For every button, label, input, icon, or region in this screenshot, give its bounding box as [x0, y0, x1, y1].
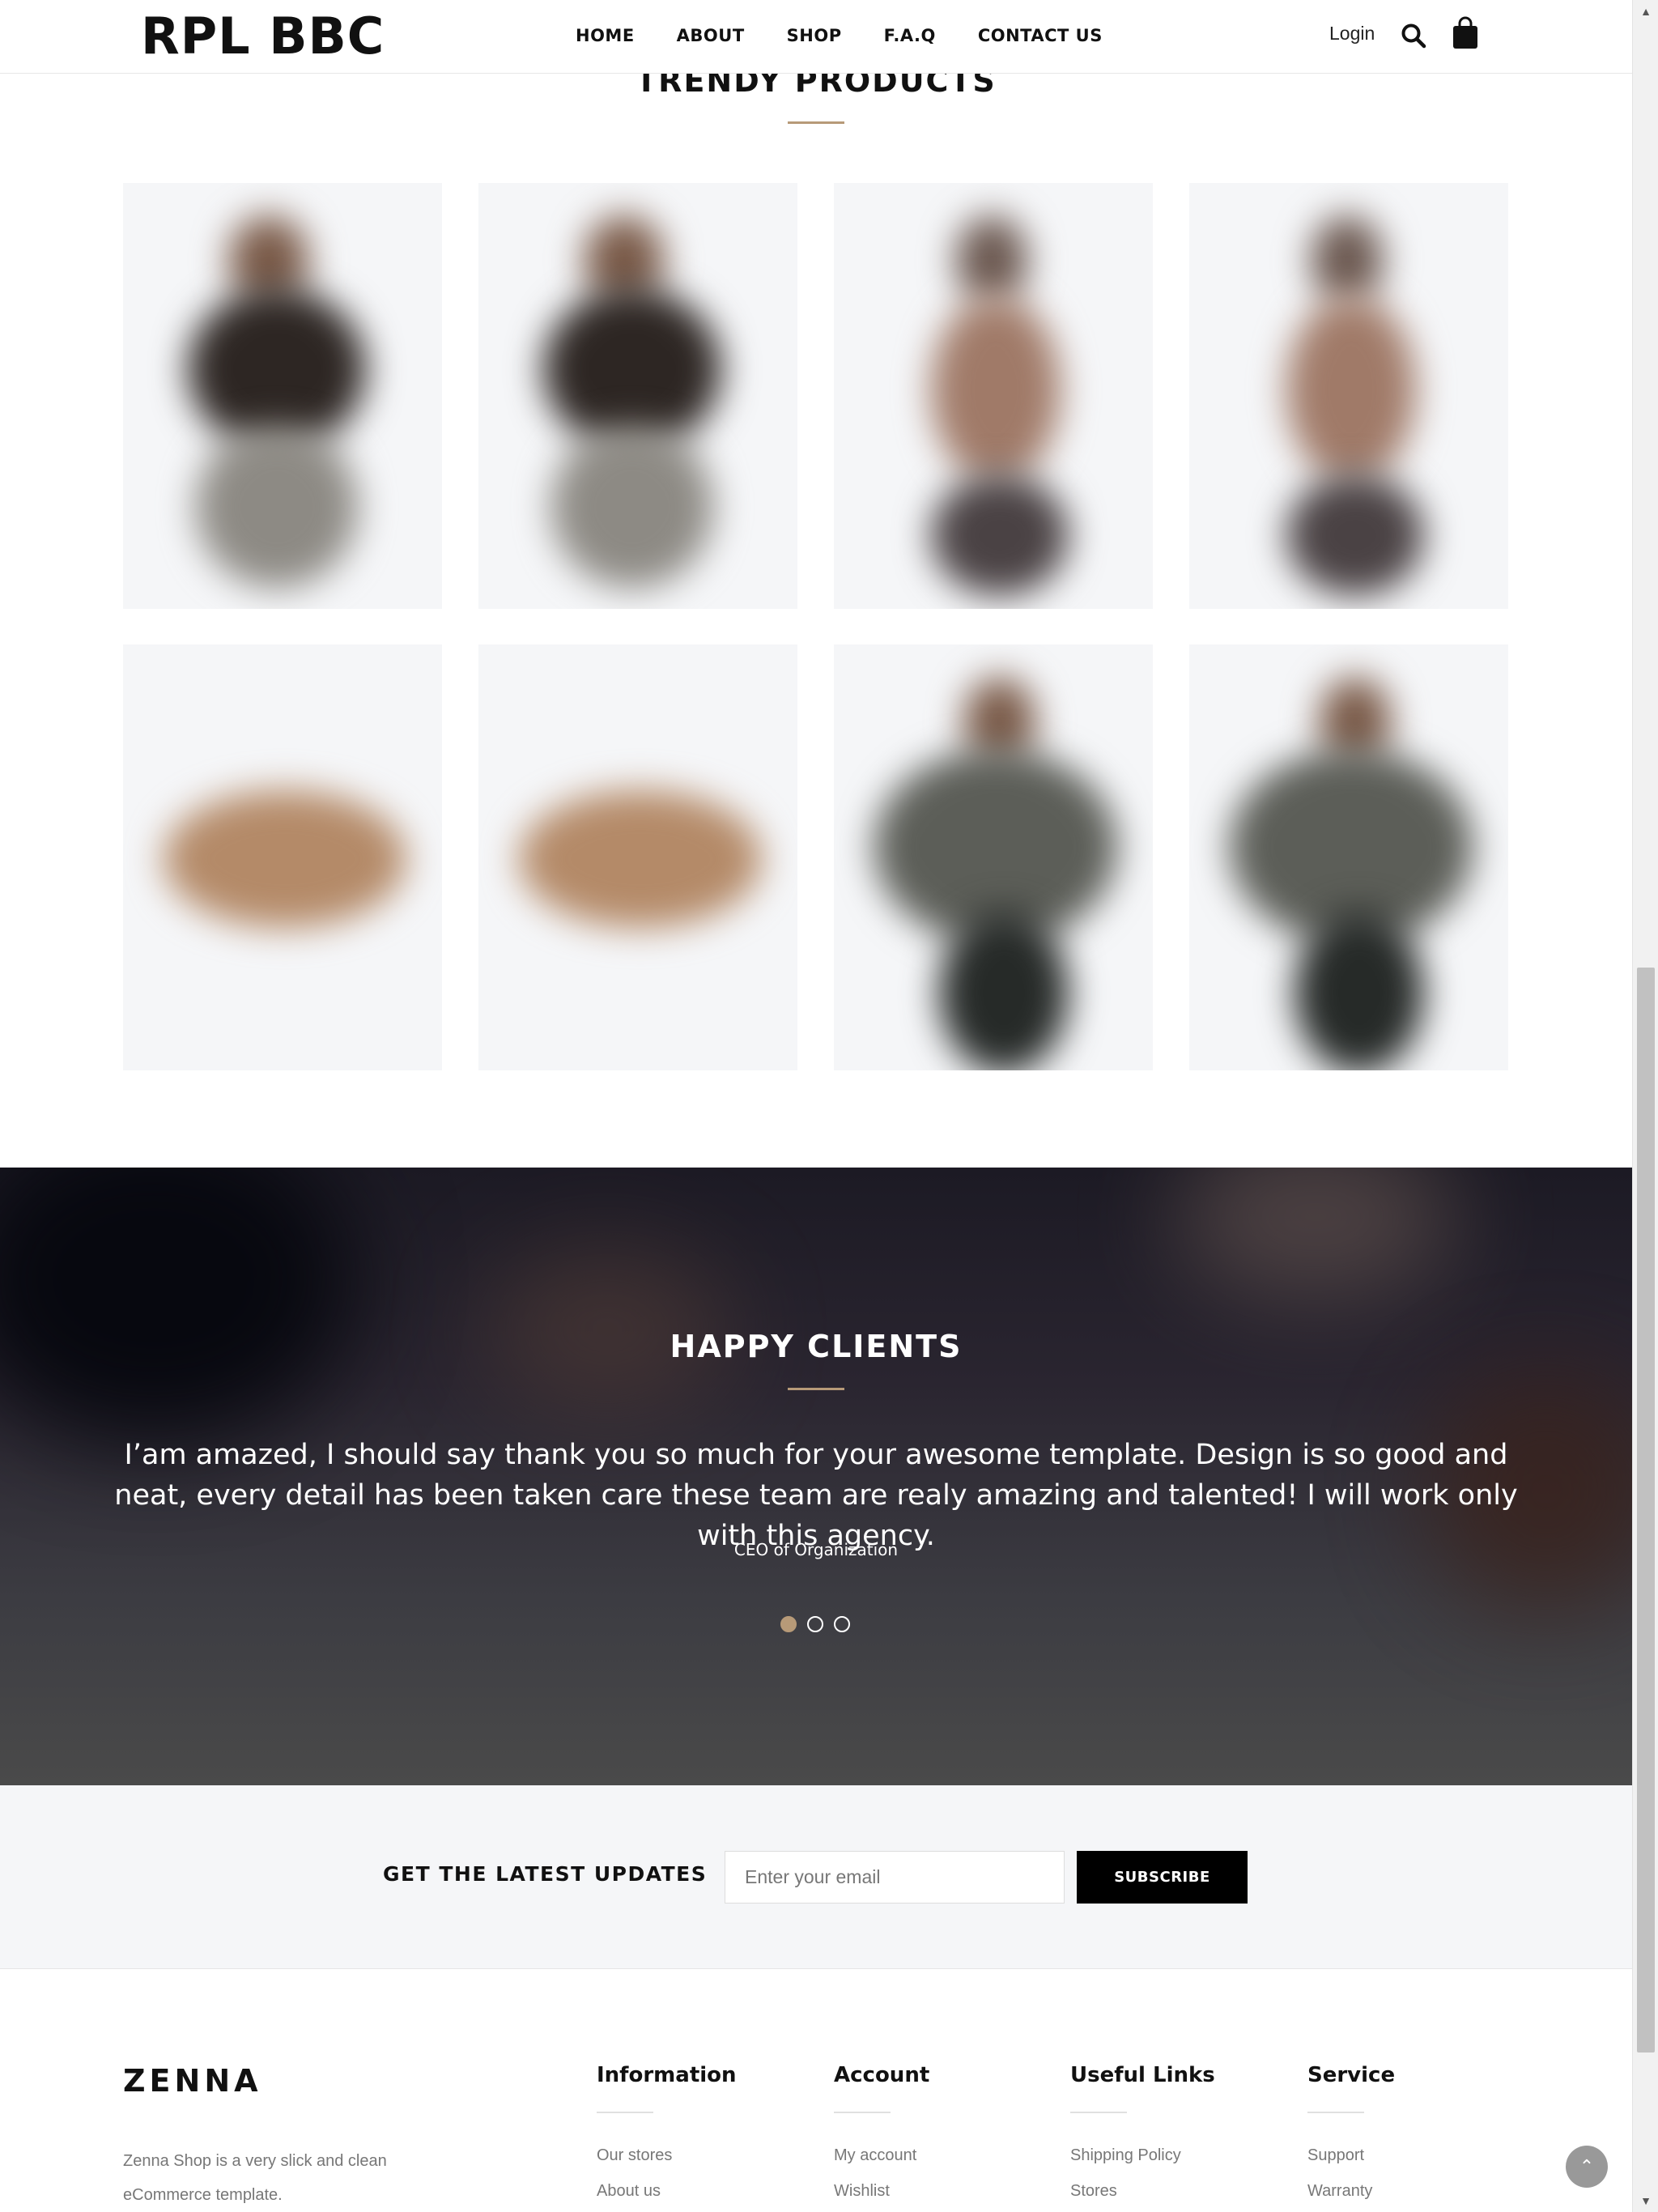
footer-link-our-stores[interactable]: Our stores [597, 2138, 807, 2173]
scroll-down-arrow-icon[interactable]: ▼ [1633, 2189, 1658, 2212]
footer-column-title: Information [597, 2063, 737, 2087]
footer-logo[interactable]: ZENNA [123, 2063, 262, 2099]
footer-divider [1307, 2112, 1364, 2113]
footer-link-warranty[interactable]: Warranty [1307, 2173, 1518, 2209]
product-card[interactable] [478, 183, 797, 609]
title-divider [788, 1388, 844, 1390]
title-divider [788, 121, 844, 124]
newsletter-section: GET THE LATEST UPDATES SUBSCRIBE [0, 1785, 1632, 1969]
product-card[interactable] [123, 183, 442, 609]
site-header: RPL BBC HOME ABOUT SHOP F.A.Q CONTACT US… [0, 0, 1632, 74]
carousel-dot-3[interactable] [834, 1616, 850, 1632]
chevron-up-icon: ⌃ [1579, 2156, 1595, 2176]
testimonials-section: HAPPY CLIENTS I’am amazed, I should say … [0, 1168, 1632, 1785]
footer-link-stores[interactable]: Stores [1070, 2173, 1281, 2209]
newsletter-label: GET THE LATEST UPDATES [383, 1862, 708, 1886]
nav-home[interactable]: HOME [576, 26, 635, 45]
carousel-dots [780, 1616, 861, 1632]
main-nav: HOME ABOUT SHOP F.A.Q CONTACT US [576, 0, 1145, 71]
nav-faq[interactable]: F.A.Q [884, 26, 936, 45]
login-link[interactable]: Login [1329, 23, 1375, 45]
footer-column-service: Service Support Warranty [1307, 2063, 1518, 2209]
scrollbar-thumb[interactable] [1637, 968, 1655, 2052]
product-card[interactable] [834, 644, 1153, 1070]
scroll-up-arrow-icon[interactable]: ▲ [1633, 0, 1658, 23]
product-card[interactable] [1189, 644, 1508, 1070]
footer-divider [834, 2112, 891, 2113]
search-icon[interactable] [1401, 23, 1426, 49]
page-scrollbar[interactable]: ▲ ▼ [1632, 0, 1658, 2212]
carousel-dot-2[interactable] [807, 1616, 823, 1632]
site-logo[interactable]: RPL BBC [141, 8, 385, 65]
testimonial-author-role: CEO of Organization [733, 1540, 899, 1559]
testimonial-quote: I’am amazed, I should say thank you so m… [114, 1439, 1518, 1552]
product-card[interactable] [478, 644, 797, 1070]
nav-about[interactable]: ABOUT [677, 26, 745, 45]
footer-column-account: Account My account Wishlist [834, 2063, 1044, 2209]
product-card[interactable] [1189, 183, 1508, 609]
footer-column-title: Useful Links [1070, 2063, 1215, 2087]
email-input[interactable] [725, 1851, 1065, 1904]
product-card[interactable] [123, 644, 442, 1070]
footer-link-my-account[interactable]: My account [834, 2138, 1044, 2173]
subscribe-button[interactable]: SUBSCRIBE [1077, 1851, 1248, 1904]
footer-link-wishlist[interactable]: Wishlist [834, 2173, 1044, 2209]
footer-column-information: Information Our stores About us [597, 2063, 807, 2209]
footer-link-support[interactable]: Support [1307, 2138, 1518, 2173]
nav-contact-us[interactable]: CONTACT US [978, 26, 1103, 45]
footer-column-title: Service [1307, 2063, 1396, 2087]
footer-divider [597, 2112, 653, 2113]
footer-column-useful-links: Useful Links Shipping Policy Stores [1070, 2063, 1281, 2209]
shopping-bag-icon[interactable] [1452, 16, 1479, 50]
footer-link-about-us[interactable]: About us [597, 2173, 807, 2209]
footer-description: Zenna Shop is a very slick and clean eCo… [123, 2152, 387, 2204]
footer-link-shipping-policy[interactable]: Shipping Policy [1070, 2138, 1281, 2173]
footer-column-title: Account [834, 2063, 930, 2087]
product-card[interactable] [834, 183, 1153, 609]
footer-divider [1070, 2112, 1127, 2113]
carousel-dot-1[interactable] [780, 1616, 797, 1632]
nav-shop[interactable]: SHOP [787, 26, 842, 45]
happy-clients-title: HAPPY CLIENTS [670, 1329, 963, 1364]
scroll-to-top-button[interactable]: ⌃ [1566, 2146, 1608, 2188]
